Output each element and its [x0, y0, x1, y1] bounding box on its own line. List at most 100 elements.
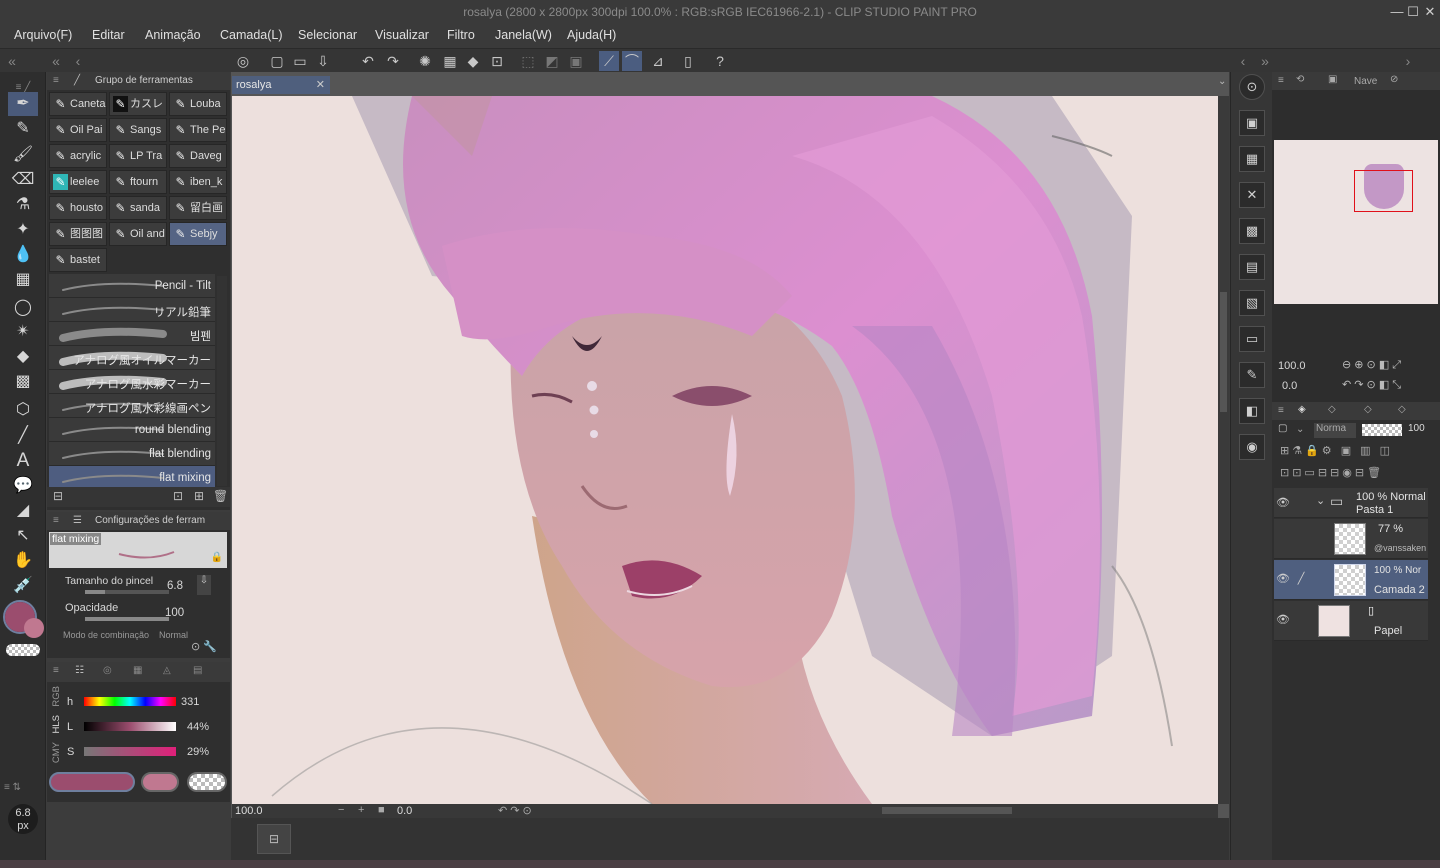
navigator-preview[interactable]: [1274, 140, 1438, 304]
mesh-tool-icon[interactable]: ▦: [8, 268, 38, 292]
size-panel-menu-icon[interactable]: ≡ ⇅: [4, 782, 21, 793]
text-tool-icon[interactable]: A: [8, 449, 38, 473]
layer-property-tab-icon[interactable]: ◇: [1328, 404, 1336, 415]
redo-icon[interactable]: ↷: [383, 51, 403, 71]
transform-icon[interactable]: ⊡: [487, 51, 507, 71]
transparent-color-swatch[interactable]: [6, 644, 40, 656]
layer-row-camada2[interactable]: 👁 ╱ 100 % Nor Camada 2: [1274, 560, 1428, 600]
layer-search-tab-icon[interactable]: ◇: [1364, 404, 1372, 415]
brush-preset[interactable]: ✎ Sangs: [109, 118, 167, 142]
figure-tool-icon[interactable]: ⬡: [8, 398, 38, 422]
sub-color-swatch[interactable]: [24, 618, 44, 638]
horizontal-scroll-thumb[interactable]: [882, 807, 1012, 814]
stroke-preset-row[interactable]: flat blending: [49, 442, 215, 466]
image-material-icon[interactable]: ▤: [1239, 254, 1265, 280]
camera-icon[interactable]: ◉: [1239, 434, 1265, 460]
save-icon[interactable]: ⇩: [313, 51, 333, 71]
main-color-chip[interactable]: [49, 772, 135, 792]
lock-icon[interactable]: 🔒: [211, 552, 223, 563]
brush-preset[interactable]: ✎ iben_k: [169, 170, 227, 194]
selection-border-icon[interactable]: ▣: [566, 51, 586, 71]
brush-preset[interactable]: ✎ acrylic: [49, 144, 107, 168]
3d-material-icon[interactable]: ▧: [1239, 290, 1265, 316]
navigator-viewport-frame[interactable]: [1354, 170, 1413, 212]
fill-icon[interactable]: ◆: [463, 51, 483, 71]
animation-tab-icon[interactable]: ◇: [1398, 404, 1406, 415]
device-icon[interactable]: ▯: [678, 51, 698, 71]
brush-preset[interactable]: ✎ Oil and: [109, 222, 167, 246]
folder-icon[interactable]: ▭: [1239, 326, 1265, 352]
saturation-value[interactable]: 29%: [187, 746, 209, 758]
close-button[interactable]: ✕: [1421, 3, 1439, 21]
brush-size-slider[interactable]: [85, 590, 169, 594]
visibility-eye-icon[interactable]: 👁: [1276, 572, 1290, 586]
zoom-in-icon[interactable]: +: [358, 804, 364, 816]
hand-tool-icon[interactable]: ✋: [8, 549, 38, 573]
lightness-slider[interactable]: [84, 722, 176, 731]
pen-tool-icon[interactable]: ✒: [8, 92, 38, 116]
navigator-shortcut-icon[interactable]: ⊙: [1239, 74, 1265, 100]
blend-chevron-icon[interactable]: ⌄: [1296, 424, 1304, 435]
layer-row-folder[interactable]: 👁 ⌄ ▭ 100 % Normal Pasta 1: [1274, 488, 1428, 518]
brush-preset[interactable]: ✎ ftourn: [109, 170, 167, 194]
sub-view-icon[interactable]: ▣: [1239, 110, 1265, 136]
stroke-preset-row[interactable]: リアル鉛筆: [49, 298, 215, 322]
brush-preset[interactable]: ✎ Caneta: [49, 92, 107, 116]
nav-rotate-controls-icon[interactable]: ↶ ↷ ⊙ ◧ ⤡: [1342, 378, 1401, 392]
layer-row-signature[interactable]: 77 % @vanssaken: [1274, 519, 1428, 559]
layer-blend-mode-select[interactable]: Norma: [1314, 423, 1356, 438]
saturation-slider[interactable]: [84, 747, 176, 756]
opacity-slider[interactable]: [85, 617, 169, 621]
canvas-vertical-scrollbar[interactable]: [1218, 96, 1229, 804]
eyedropper-tool-icon[interactable]: 💉: [8, 574, 38, 598]
brush-preset[interactable]: ✎ leelee: [49, 170, 107, 194]
menu-filtro[interactable]: Filtro: [447, 28, 475, 42]
menu-visualizar[interactable]: Visualizar: [375, 28, 429, 42]
hue-value[interactable]: 331: [181, 696, 199, 708]
menu-editar[interactable]: Editar: [92, 28, 125, 42]
stop-icon[interactable]: ■: [378, 804, 385, 816]
fill-tool-icon[interactable]: ◆: [8, 345, 38, 369]
line-tool-icon[interactable]: ╱: [8, 424, 38, 448]
help-icon[interactable]: ?: [710, 51, 730, 71]
zoom-out-icon[interactable]: −: [338, 804, 344, 816]
arrow-right-icon[interactable]: ›: [1398, 51, 1418, 71]
brush-preset[interactable]: ✎ housto: [49, 196, 107, 220]
tab-list-chevron-icon[interactable]: ⌄: [1218, 76, 1226, 87]
edit-pen-icon[interactable]: ╱: [1294, 572, 1308, 586]
angle-value[interactable]: 0.0: [397, 805, 412, 817]
stroke-preset-row[interactable]: アナログ風水彩線画ペン: [49, 394, 215, 418]
menu-janela[interactable]: Janela(W): [495, 28, 552, 42]
menu-animacao[interactable]: Animação: [145, 28, 201, 42]
vertical-scroll-thumb[interactable]: [1220, 292, 1227, 412]
lasso-tool-icon[interactable]: ◯: [8, 296, 38, 320]
stroke-preset-row[interactable]: アナログ風オイルマーカー: [49, 346, 215, 370]
brush-size-value-field[interactable]: 6.8: [167, 580, 183, 592]
layer-opacity-value[interactable]: 100: [1408, 423, 1425, 434]
clear-icon[interactable]: ▦: [440, 51, 460, 71]
intermediate-color-tab-icon[interactable]: ◬: [163, 662, 171, 680]
arrow-left-right-icon[interactable]: ‹: [1233, 51, 1253, 71]
brush-preset[interactable]: ✎ 图图图: [49, 222, 107, 246]
drawing-canvas[interactable]: [232, 96, 1218, 804]
stroke-preset-row[interactable]: round blending: [49, 418, 215, 442]
invert-selection-icon[interactable]: ◩: [542, 51, 562, 71]
collapse-icon[interactable]: «: [46, 51, 66, 71]
edit-panel-icon[interactable]: ✎: [1239, 362, 1265, 388]
layer-tab-icon[interactable]: ◈: [1298, 404, 1306, 415]
visibility-eye-icon[interactable]: 👁: [1276, 613, 1290, 627]
nav-zoom-value[interactable]: 100.0: [1278, 360, 1306, 372]
brush-preset[interactable]: ✎ カスレ: [109, 92, 167, 116]
layer-property-icon[interactable]: ◧: [1239, 398, 1265, 424]
color-menu-icon[interactable]: ≡: [53, 662, 59, 680]
balloon-tool-icon[interactable]: 💬: [8, 474, 38, 498]
settings-menu-icon[interactable]: ≡: [53, 512, 59, 530]
hls-tab[interactable]: HLS: [51, 715, 62, 733]
pencil-tool-icon[interactable]: ✎: [8, 117, 38, 141]
document-tab[interactable]: rosalya ✕: [232, 76, 330, 94]
transparent-chip[interactable]: [187, 772, 227, 792]
brush-preset[interactable]: ✎ Daveg: [169, 144, 227, 168]
brush-preset[interactable]: ✎ Oil Pai: [49, 118, 107, 142]
rgb-tab[interactable]: RGB: [51, 686, 62, 707]
brush-size-dropdown[interactable]: ⇩: [197, 575, 211, 595]
